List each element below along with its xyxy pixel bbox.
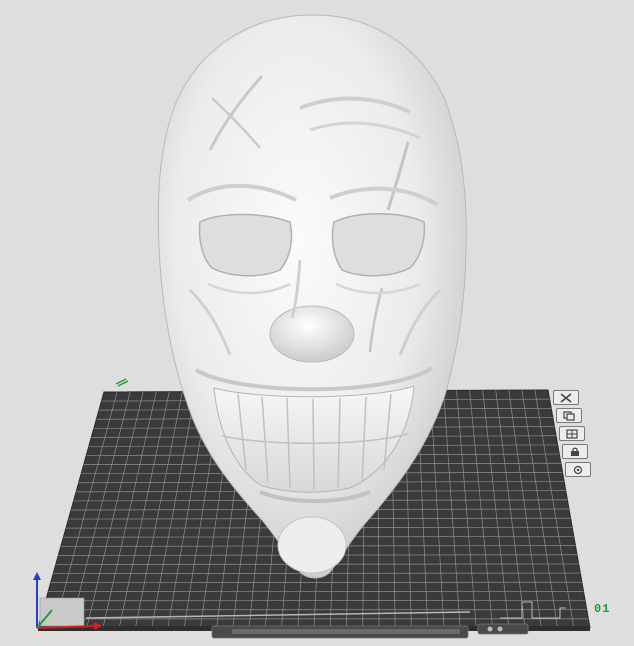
- plate-origin-marker-icon: [115, 378, 129, 387]
- plate-dot-icon: [497, 626, 503, 632]
- build-plate-handle-slot: [232, 629, 460, 634]
- plate-dot-icon: [487, 626, 493, 632]
- plate-number-label: 01: [594, 602, 611, 616]
- eye-hole-right: [331, 213, 426, 277]
- copy-icon: [563, 410, 575, 421]
- eye-hole-left: [198, 213, 293, 277]
- settings-button[interactable]: [565, 462, 591, 477]
- scene-canvas[interactable]: [0, 0, 634, 646]
- build-plate-right-slot: [477, 623, 529, 635]
- build-plate-left-corner: [39, 597, 85, 627]
- delete-object-button[interactable]: [553, 390, 579, 405]
- grid-icon: [566, 428, 578, 439]
- arrange-button[interactable]: [559, 426, 585, 441]
- gear-icon: [573, 465, 583, 474]
- z-axis-arrow-icon: [33, 572, 41, 580]
- duplicate-object-button[interactable]: [556, 408, 582, 423]
- 3d-viewport[interactable]: 01: [0, 0, 634, 646]
- close-icon: [560, 392, 572, 403]
- plate-brand-text: [96, 398, 166, 506]
- lock-button[interactable]: [562, 444, 588, 459]
- lock-icon: [571, 447, 579, 456]
- nose: [269, 305, 355, 363]
- chin: [277, 516, 347, 574]
